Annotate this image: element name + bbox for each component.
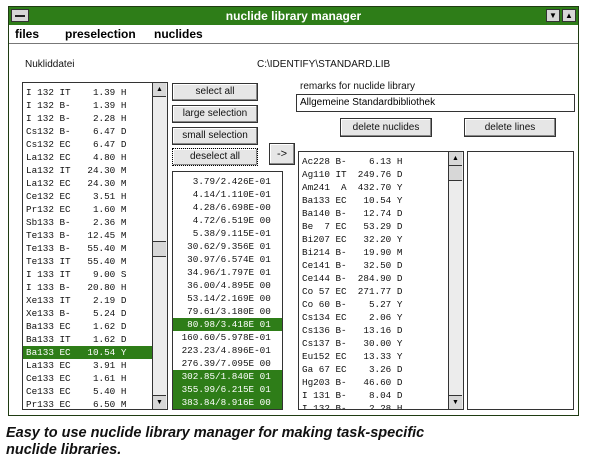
nuclide-row[interactable]: Xe133 IT 2.19 D (23, 294, 152, 307)
energy-line-row[interactable]: 3.79/2.426E-01 (173, 175, 282, 188)
energy-line-row[interactable]: 30.97/6.574E 01 (173, 253, 282, 266)
menu-nuclides[interactable]: nuclides (154, 27, 203, 41)
nuclide-row[interactable]: Te133 IT 55.40 M (23, 255, 152, 268)
energy-line-row[interactable]: 355.99/6.215E 01 (173, 383, 282, 396)
nuclide-row[interactable]: Ce133 EC 1.61 H (23, 372, 152, 385)
energy-line-row[interactable]: 5.38/9.115E-01 (173, 227, 282, 240)
window-title: nuclide library manager (225, 9, 362, 23)
maximize-arrow-icon[interactable]: ▲ (562, 9, 576, 22)
remarks-input[interactable]: Allgemeine Standardbibliothek (296, 94, 575, 112)
nuclide-row[interactable]: La132 EC 4.80 H (23, 151, 152, 164)
library-nuclide-row[interactable]: Cs134 EC 2.06 Y (299, 311, 448, 324)
library-nuclide-row[interactable]: Hg203 B- 46.60 D (299, 376, 448, 389)
energy-line-row[interactable]: 4.72/6.519E 00 (173, 214, 282, 227)
nuclide-row[interactable]: Sb133 B- 2.36 M (23, 216, 152, 229)
nukliddatei-label: Nukliddatei (25, 59, 75, 70)
delete-nuclides-button[interactable]: delete nuclides (340, 118, 432, 137)
nuclide-row[interactable]: Xe133 B- 5.24 D (23, 307, 152, 320)
library-nuclide-row[interactable]: I 131 B- 8.04 D (299, 389, 448, 402)
nuclide-row[interactable]: Te133 B- 55.40 M (23, 242, 152, 255)
energy-line-row[interactable]: 383.84/8.916E 00 (173, 396, 282, 409)
library-nuclide-row[interactable]: Ba140 B- 12.74 D (299, 207, 448, 220)
scroll-down-arrow-icon[interactable]: ▼ (153, 395, 166, 409)
caption-line-1: Easy to use nuclide library manager for … (6, 425, 425, 441)
energy-line-row[interactable]: 302.85/1.840E 01 (173, 370, 282, 383)
energy-line-row[interactable]: 53.14/2.169E 00 (173, 292, 282, 305)
energy-line-row[interactable]: 160.60/5.978E-01 (173, 331, 282, 344)
nuclide-row[interactable]: Ba133 EC 1.62 D (23, 320, 152, 333)
library-nuclide-row[interactable]: Cs137 B- 30.00 Y (299, 337, 448, 350)
energy-line-row[interactable]: 4.28/6.698E-00 (173, 201, 282, 214)
library-nuclide-row[interactable]: Be 7 EC 53.29 D (299, 220, 448, 233)
title-bar[interactable]: nuclide library manager ▼ ▲ (9, 7, 578, 25)
energy-line-row[interactable]: 4.14/1.110E-01 (173, 188, 282, 201)
menu-bar: files preselection nuclides (9, 25, 578, 44)
library-nuclide-row[interactable]: Am241 A 432.70 Y (299, 181, 448, 194)
nuclide-row[interactable]: Te133 B- 12.45 M (23, 229, 152, 242)
library-nuclide-row[interactable]: Bi207 EC 32.20 Y (299, 233, 448, 246)
library-nuclide-row[interactable]: Co 57 EC 271.77 D (299, 285, 448, 298)
nuclide-row[interactable]: Cs132 B- 6.47 D (23, 125, 152, 138)
nuclide-row[interactable]: La133 EC 3.91 H (23, 359, 152, 372)
library-nuclide-row[interactable]: Cs136 B- 13.16 D (299, 324, 448, 337)
library-nuclide-row[interactable]: Ba133 EC 10.54 Y (299, 194, 448, 207)
nuclide-row[interactable]: Ba133 EC 10.54 Y (23, 346, 152, 359)
scroll-thumb[interactable] (153, 241, 166, 257)
select-all-button[interactable]: select all (172, 83, 258, 101)
nuclide-row[interactable]: La132 IT 24.30 M (23, 164, 152, 177)
library-list-scrollbar[interactable]: ▲ ▼ (448, 152, 463, 409)
large-selection-button[interactable]: large selection (172, 105, 258, 123)
energy-line-row[interactable]: 223.23/4.896E-01 (173, 344, 282, 357)
caption-line-2: nuclide libraries. (6, 442, 122, 458)
nuclide-row[interactable]: Cs132 EC 6.47 D (23, 138, 152, 151)
nuclide-list[interactable]: I 132 IT 1.39 HI 132 B- 1.39 HI 132 B- 2… (22, 82, 168, 410)
library-nuclide-row[interactable]: Co 60 B- 5.27 Y (299, 298, 448, 311)
energy-line-row[interactable]: 36.00/4.895E 00 (173, 279, 282, 292)
figure-caption: Easy to use nuclide library manager for … (6, 425, 586, 459)
library-nuclide-list[interactable]: Ac228 B- 6.13 H Ag110 IT 249.76 D Am241 A … (298, 151, 464, 410)
scroll-thumb[interactable] (449, 165, 462, 181)
library-nuclide-row[interactable]: Ac228 B- 6.13 H (299, 155, 448, 168)
nuclide-row[interactable]: Pr133 EC 6.50 M (23, 398, 152, 409)
menu-files[interactable]: files (15, 27, 39, 41)
nuclide-list-scrollbar[interactable]: ▲ ▼ (152, 83, 167, 409)
system-menu-icon[interactable] (11, 9, 29, 22)
deselect-all-button[interactable]: deselect all (172, 148, 258, 166)
library-path: C:\IDENTIFY\STANDARD.LIB (257, 59, 391, 70)
scroll-up-arrow-icon[interactable]: ▲ (153, 83, 166, 97)
nuclide-row[interactable]: I 132 B- 1.39 H (23, 99, 152, 112)
library-nuclide-row[interactable]: I 132 B- 2.28 H (299, 402, 448, 409)
scroll-up-arrow-icon[interactable]: ▲ (449, 152, 462, 166)
nuclide-row[interactable]: La132 EC 24.30 M (23, 177, 152, 190)
library-nuclide-row[interactable]: Bi214 B- 19.90 M (299, 246, 448, 259)
app-window: nuclide library manager ▼ ▲ files presel… (8, 6, 579, 416)
energy-line-row[interactable]: 79.61/3.180E 00 (173, 305, 282, 318)
energy-line-row[interactable]: 276.39/7.095E 00 (173, 357, 282, 370)
remarks-label: remarks for nuclide library (300, 81, 416, 92)
nuclide-row[interactable]: I 132 B- 2.28 H (23, 112, 152, 125)
transfer-arrow-button[interactable]: -> (269, 143, 295, 165)
library-nuclide-row[interactable]: Eu152 EC 13.33 Y (299, 350, 448, 363)
delete-lines-button[interactable]: delete lines (464, 118, 556, 137)
nuclide-row[interactable]: I 132 IT 1.39 H (23, 86, 152, 99)
energy-line-row[interactable]: 80.98/3.418E 01 (173, 318, 282, 331)
menu-preselection[interactable]: preselection (65, 27, 136, 41)
energy-line-row[interactable]: 34.96/1.797E 01 (173, 266, 282, 279)
library-nuclide-row[interactable]: Ce144 B- 284.90 D (299, 272, 448, 285)
minimize-arrow-icon[interactable]: ▼ (546, 9, 560, 22)
library-nuclide-row[interactable]: Ce141 B- 32.50 D (299, 259, 448, 272)
scroll-down-arrow-icon[interactable]: ▼ (449, 395, 462, 409)
library-nuclide-row[interactable]: Ga 67 EC 3.26 D (299, 363, 448, 376)
nuclide-row[interactable]: Pr132 EC 1.60 M (23, 203, 152, 216)
small-selection-button[interactable]: small selection (172, 127, 258, 145)
library-nuclide-row[interactable]: Ag110 IT 249.76 D (299, 168, 448, 181)
energy-line-list[interactable]: 3.79/2.426E-01 4.14/1.110E-01 4.28/6.698… (172, 171, 283, 410)
nuclide-row[interactable]: Ce133 EC 5.40 H (23, 385, 152, 398)
nuclide-row[interactable]: I 133 B- 20.80 H (23, 281, 152, 294)
nuclide-row[interactable]: Ce132 EC 3.51 H (23, 190, 152, 203)
nuclide-row[interactable]: I 133 IT 9.00 S (23, 268, 152, 281)
lines-list[interactable] (467, 151, 574, 410)
nuclide-row[interactable]: Ba133 IT 1.62 D (23, 333, 152, 346)
energy-line-row[interactable]: 30.62/9.356E 01 (173, 240, 282, 253)
